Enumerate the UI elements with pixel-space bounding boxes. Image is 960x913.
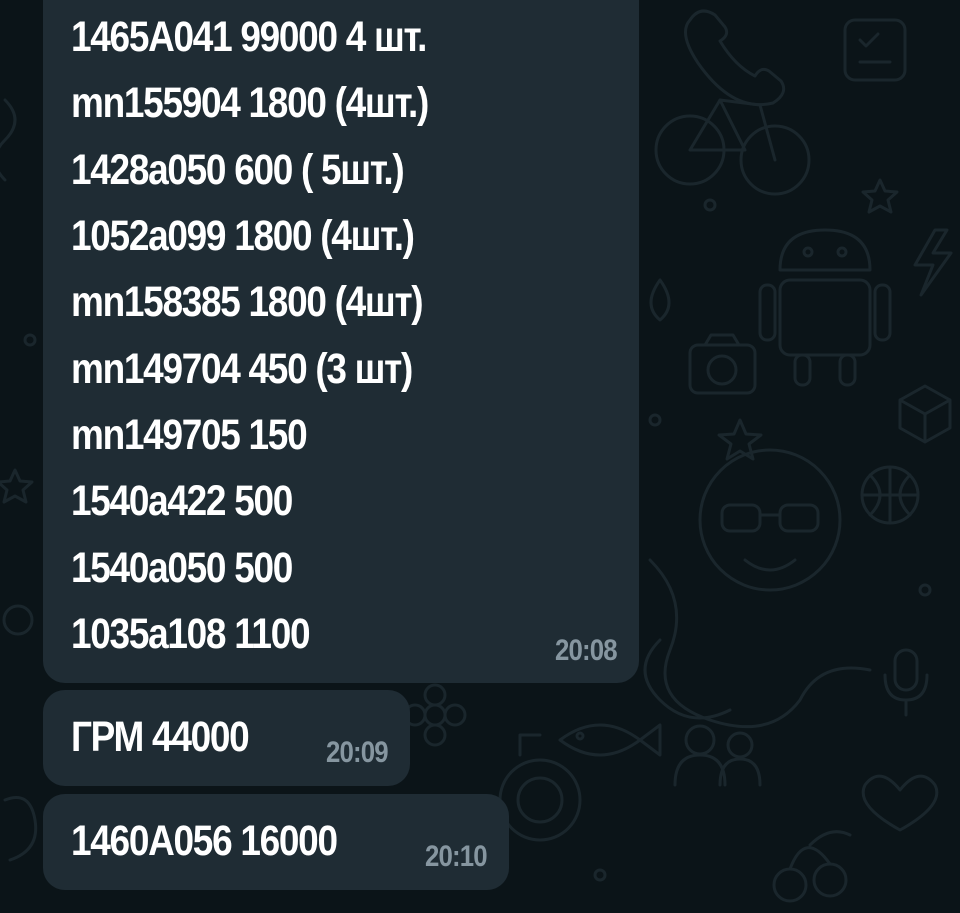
message-text-line: 1540a422 500 — [71, 477, 293, 525]
message-text-line: mn158385 1800 (4шт) — [71, 278, 424, 326]
message-bubble[interactable]: 1465A041 99000 4 шт. mn155904 1800 (4шт.… — [43, 0, 639, 683]
message-text-line: 1052a099 1800 (4шт.) — [71, 212, 415, 260]
message-text-line: 1035a108 1100 — [71, 610, 311, 658]
message-text-line: mn149704 450 (3 шт) — [71, 345, 413, 393]
message-text-line: 1465A041 99000 4 шт. — [71, 13, 427, 61]
chat-message-list: 1465A041 99000 4 шт. mn155904 1800 (4шт.… — [0, 0, 960, 913]
message-timestamp: 20:09 — [326, 736, 389, 769]
message-bubble[interactable]: ГРМ 44000 20:09 — [43, 690, 410, 786]
message-bubble[interactable]: 1460A056 16000 20:10 — [43, 794, 509, 890]
message-text-line: 1460A056 16000 — [71, 817, 338, 865]
message-timestamp: 20:08 — [555, 634, 618, 667]
message-timestamp: 20:10 — [425, 840, 488, 873]
message-text-line: 1540a050 500 — [71, 544, 293, 592]
message-text-line: 1428a050 600 ( 5шт.) — [71, 146, 405, 194]
message-text-line: mn149705 150 — [71, 411, 308, 459]
message-text-line: ГРМ 44000 — [71, 713, 250, 761]
message-text-line: mn155904 1800 (4шт.) — [71, 79, 429, 127]
